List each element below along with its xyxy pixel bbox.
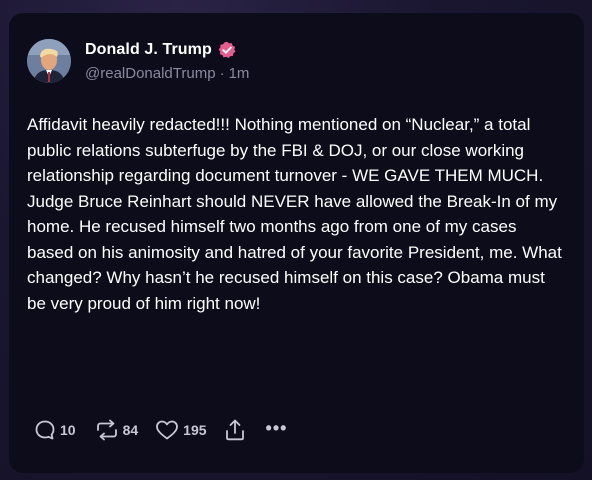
- avatar[interactable]: [27, 39, 71, 83]
- more-icon: •••: [265, 418, 288, 438]
- more-options-button[interactable]: •••: [266, 419, 288, 437]
- heart-icon: [156, 420, 179, 440]
- retruth-icon: [96, 419, 117, 441]
- reply-button[interactable]: 10: [33, 418, 76, 442]
- post-header: Donald J. Trump @realDonaldTrump · 1m: [27, 39, 249, 83]
- retruth-button[interactable]: 84: [94, 418, 139, 442]
- post-timestamp[interactable]: 1m: [229, 65, 250, 82]
- post-card: Donald J. Trump @realDonaldTrump · 1m Affi…: [9, 13, 584, 473]
- author-display-name[interactable]: Donald J. Trump: [85, 41, 212, 59]
- avatar-portrait: [27, 39, 71, 83]
- like-count: 195: [183, 422, 207, 438]
- author-handle[interactable]: @realDonaldTrump: [85, 65, 216, 82]
- share-icon: [225, 419, 244, 441]
- retruth-count: 84: [122, 422, 139, 438]
- post-text: Affidavit heavily redacted!!! Nothing me…: [27, 115, 562, 313]
- reply-count: 10: [60, 422, 76, 438]
- author-block: Donald J. Trump @realDonaldTrump · 1m: [85, 41, 249, 82]
- post-actions: 10 84 195 •••: [33, 418, 287, 442]
- verified-badge-icon: [218, 41, 236, 59]
- share-button[interactable]: [224, 418, 246, 442]
- reply-icon: [35, 420, 55, 440]
- post-meta: @realDonaldTrump · 1m: [85, 65, 249, 82]
- meta-separator: ·: [219, 65, 225, 82]
- like-button[interactable]: 195: [154, 418, 207, 442]
- author-name-row: Donald J. Trump: [85, 41, 249, 59]
